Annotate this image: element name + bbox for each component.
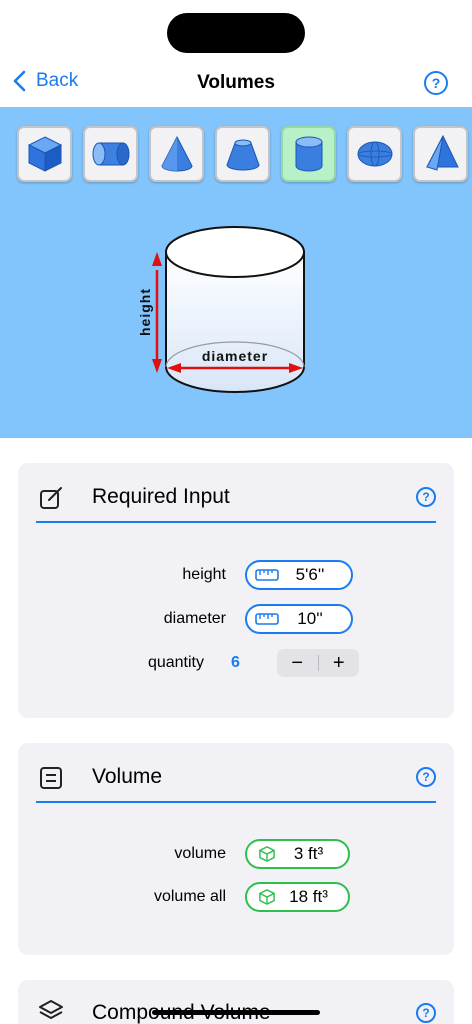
volume-card: Volume ? volume 3 ft³ volume all 18 ft³ — [18, 743, 454, 955]
shape-selector-panel: height diameter — [0, 107, 472, 438]
volume-header: Volume ? — [36, 757, 436, 803]
shape-cone-button[interactable] — [149, 126, 204, 182]
shape-cube-button[interactable] — [17, 126, 72, 182]
list-icon — [40, 767, 62, 789]
ruler-icon — [255, 569, 279, 581]
layers-icon — [39, 1000, 63, 1019]
dynamic-island — [167, 13, 305, 53]
volume-all-row: volume all 18 ft³ — [18, 882, 454, 912]
volume-all-value: 18 ft³ — [289, 887, 328, 906]
diameter-field[interactable]: 10'' — [245, 604, 353, 634]
required-input-header: Required Input ? — [36, 477, 436, 523]
shape-cylinder-button[interactable] — [281, 126, 336, 182]
help-icon[interactable]: ? — [416, 1003, 436, 1023]
navigation-bar: Back Volumes ? — [0, 62, 472, 106]
compound-volume-header: Compound Volume ? — [36, 994, 436, 1024]
quantity-stepper[interactable]: − + — [277, 649, 359, 677]
quantity-label: quantity — [147, 654, 204, 671]
home-indicator[interactable] — [152, 1010, 320, 1015]
height-row: height 5'6'' — [18, 560, 454, 590]
height-field[interactable]: 5'6'' — [245, 560, 353, 590]
height-value: 5'6'' — [295, 565, 325, 584]
increment-button[interactable]: + — [319, 649, 360, 677]
volume-all-label: volume all — [153, 888, 226, 905]
quantity-value: 6 — [231, 654, 240, 671]
diameter-value: 10'' — [297, 609, 323, 628]
quantity-row: quantity 6 − + — [18, 648, 454, 678]
cone-icon — [160, 135, 193, 172]
edit-icon — [40, 487, 62, 509]
help-icon[interactable]: ? — [416, 767, 436, 787]
volume-all-output[interactable]: 18 ft³ — [245, 882, 350, 912]
diameter-dimension-label: diameter — [202, 348, 268, 364]
cube-outline-icon — [259, 846, 275, 862]
volume-output[interactable]: 3 ft³ — [245, 839, 350, 869]
cylinder-diagram: height diameter — [137, 226, 305, 393]
height-dimension-label: height — [137, 288, 153, 336]
required-input-title: Required Input — [92, 485, 230, 508]
diameter-row: diameter 10'' — [18, 604, 454, 634]
height-label: height — [182, 566, 226, 583]
shape-horizontal-cylinder-button[interactable] — [83, 126, 138, 182]
truncated-cone-icon — [225, 139, 260, 171]
volume-title: Volume — [92, 765, 163, 788]
shape-truncated-cone-button[interactable] — [215, 126, 270, 182]
help-icon[interactable]: ? — [416, 487, 436, 507]
shape-selector — [17, 126, 468, 182]
volume-label: volume — [174, 845, 226, 862]
cube-outline-icon — [259, 889, 275, 905]
required-input-card: Required Input ? height 5'6'' diameter 1… — [18, 463, 454, 718]
cylinder-icon — [295, 136, 322, 172]
cube-icon — [27, 136, 62, 172]
pyramid-icon — [425, 134, 459, 171]
shape-ellipsoid-button[interactable] — [347, 126, 402, 182]
volume-value: 3 ft³ — [293, 844, 324, 863]
ruler-icon — [255, 613, 279, 625]
shape-pyramid-button[interactable] — [413, 126, 468, 182]
decrement-button[interactable]: − — [277, 649, 318, 677]
page-title: Volumes — [197, 72, 275, 93]
ellipsoid-icon — [357, 141, 392, 167]
help-icon[interactable]: ? — [424, 71, 448, 95]
horizontal-cylinder-icon — [92, 142, 129, 166]
volume-row: volume 3 ft³ — [18, 839, 454, 869]
diameter-label: diameter — [163, 610, 226, 627]
compound-volume-card: Compound Volume ? — [18, 980, 454, 1024]
